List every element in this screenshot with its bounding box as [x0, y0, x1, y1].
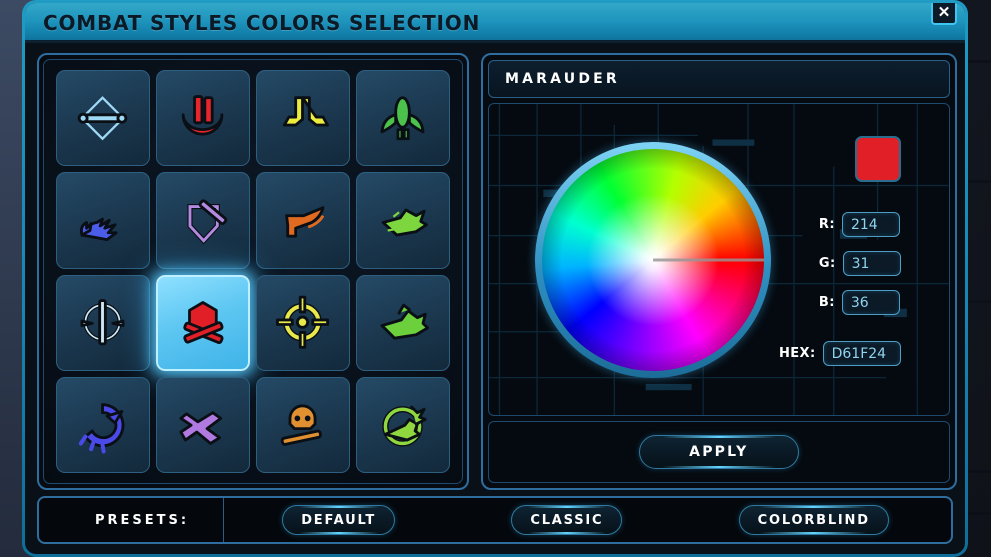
dialog-inner: COMBAT STYLES COLORS SELECTION ✕ MARAUDE…	[25, 3, 965, 554]
style-tile-0[interactable]	[56, 70, 150, 167]
blue-input-row: B: 36	[819, 290, 901, 315]
shield-lance-icon	[187, 199, 228, 245]
hue-selector-line[interactable]	[653, 258, 764, 261]
combat-style-grid-panel	[37, 53, 469, 490]
style-tile-14[interactable]	[256, 376, 350, 473]
apply-button[interactable]: APPLY	[638, 435, 799, 469]
color-wheel-ring	[535, 141, 771, 378]
class-name-label: MARAUDER	[505, 71, 620, 87]
style-tile-3[interactable]	[356, 70, 450, 167]
apply-area: APPLY	[488, 421, 950, 483]
style-tile-1[interactable]	[156, 70, 250, 167]
saber-staff-icon	[78, 95, 128, 141]
dialog-body: MARAUDER R: 214 G: 31 B: 36 HEX: D61F24 …	[25, 43, 965, 490]
close-icon[interactable]: ✕	[931, 3, 957, 25]
preset-classic-button[interactable]: CLASSIC	[511, 505, 623, 535]
hex-input[interactable]: D61F24	[822, 341, 901, 366]
combat-styles-dialog: COMBAT STYLES COLORS SELECTION ✕ MARAUDE…	[22, 0, 968, 557]
style-tile-4[interactable]	[56, 172, 150, 269]
color-wheel-container	[527, 104, 779, 415]
page-title: COMBAT STYLES COLORS SELECTION	[43, 11, 481, 35]
sniper-rifle-icon	[381, 304, 430, 341]
style-tile-15[interactable]	[356, 376, 450, 473]
style-tile-9[interactable]	[156, 274, 250, 371]
jetpack-icon	[381, 96, 425, 141]
rgb-fields: R: 214 G: 31 B: 36	[819, 212, 901, 329]
force-shield-icon	[79, 402, 125, 454]
style-tile-7[interactable]	[356, 172, 450, 269]
juggernaut-icon	[182, 95, 224, 136]
class-header: MARAUDER	[488, 60, 950, 98]
green-input[interactable]: 31	[842, 251, 901, 276]
combat-style-grid	[43, 59, 463, 484]
blaster-pistol-icon	[285, 206, 325, 238]
color-wheel[interactable]	[542, 148, 764, 371]
color-values-column: R: 214 G: 31 B: 36 HEX: D61F24	[779, 104, 949, 415]
style-tile-6[interactable]	[256, 172, 350, 269]
force-lightning-icon	[80, 217, 119, 242]
marauder-icon	[183, 301, 224, 345]
style-tile-13[interactable]	[156, 376, 250, 473]
current-color-swatch	[854, 136, 901, 182]
green-input-label: G:	[818, 256, 836, 271]
hex-field-row: HEX: D61F24	[779, 341, 901, 366]
style-tile-8[interactable]	[56, 274, 150, 371]
red-input-label: R:	[818, 217, 835, 232]
assault-rifle-icon	[382, 208, 429, 237]
presets-bar: PRESETS: DEFAULT CLASSIC COLORBLIND	[37, 496, 953, 544]
style-tile-2[interactable]	[256, 70, 350, 167]
red-input[interactable]: 214	[841, 212, 900, 237]
skull-vibroblade-icon	[281, 404, 323, 446]
preset-default-button[interactable]: DEFAULT	[282, 505, 396, 535]
blue-input[interactable]: 36	[841, 290, 900, 315]
red-input-row: R: 214	[819, 212, 901, 237]
preset-colorblind-button[interactable]: COLORBLIND	[738, 505, 889, 535]
shock-rifle-icon	[382, 405, 428, 447]
tech-blade-icon	[179, 410, 223, 445]
sniper-crosshair-icon	[276, 296, 330, 350]
color-picker-area: R: 214 G: 31 B: 36 HEX: D61F24	[488, 103, 950, 416]
green-input-row: G: 31	[819, 251, 901, 276]
style-tile-5[interactable]	[156, 172, 250, 269]
preset-buttons: DEFAULT CLASSIC COLORBLIND	[224, 505, 947, 535]
style-tile-10[interactable]	[256, 274, 350, 371]
blue-input-label: B:	[818, 295, 835, 310]
color-detail-panel: MARAUDER R: 214 G: 31 B: 36 HEX: D61F24 …	[481, 53, 957, 490]
hex-label: HEX:	[779, 346, 816, 361]
presets-section: PRESETS: DEFAULT CLASSIC COLORBLIND	[25, 490, 965, 554]
style-tile-11[interactable]	[356, 274, 450, 371]
saber-guard-icon	[81, 299, 125, 346]
presets-label: PRESETS:	[95, 512, 190, 528]
dialog-titlebar: COMBAT STYLES COLORS SELECTION ✕	[25, 3, 965, 43]
style-tile-12[interactable]	[56, 376, 150, 473]
dual-pistols-icon	[283, 96, 330, 127]
